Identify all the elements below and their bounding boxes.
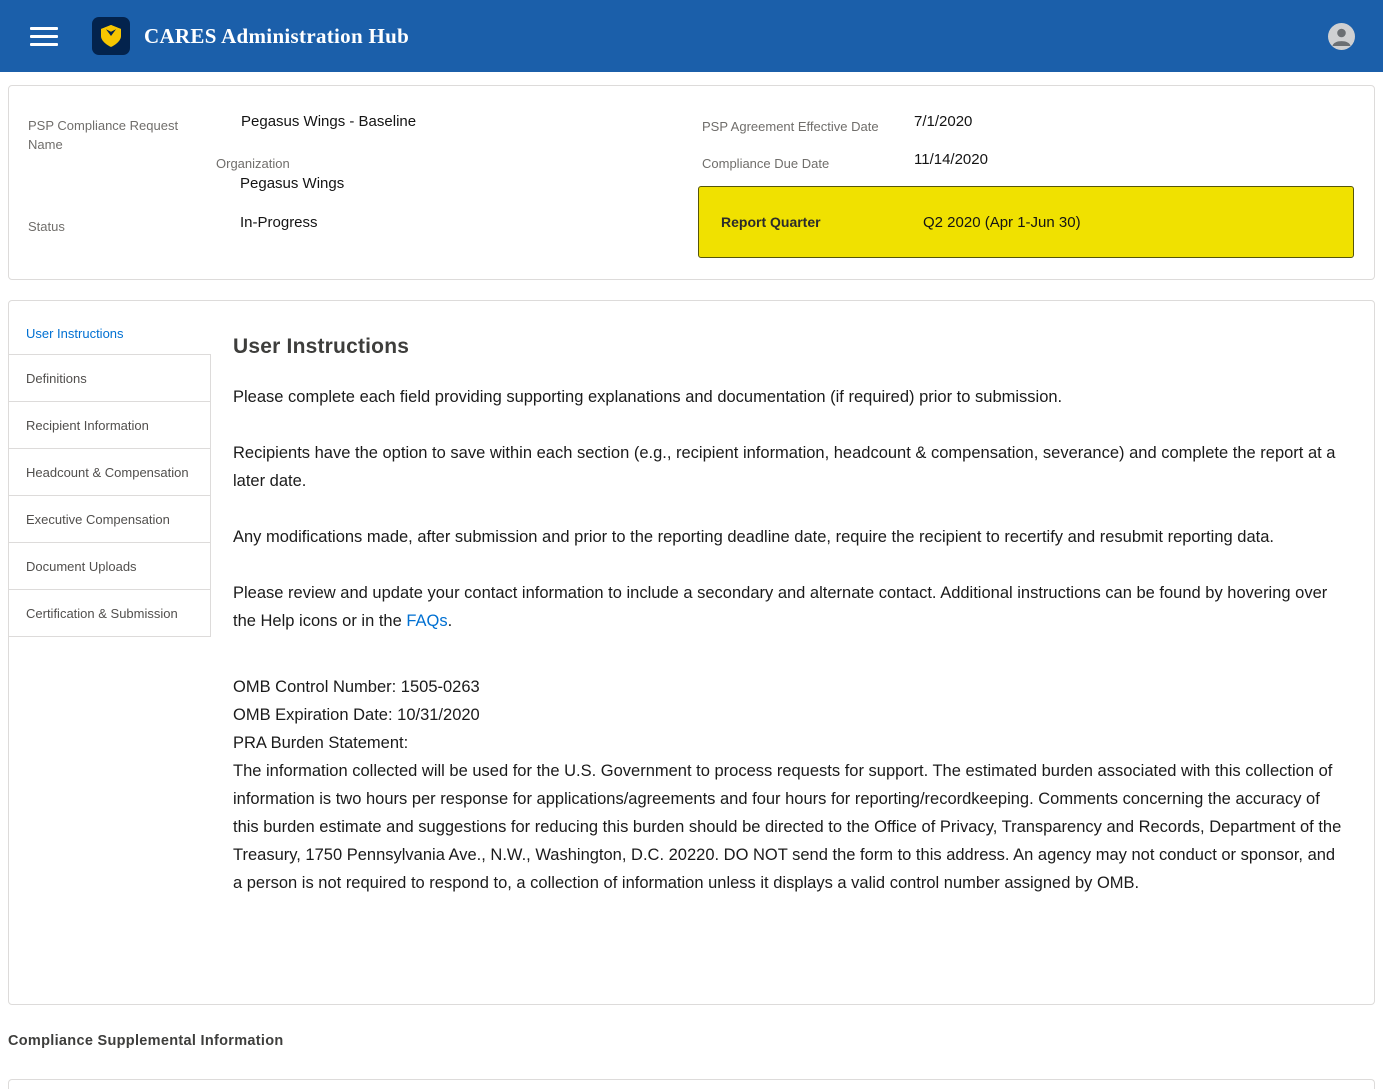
tab-user-instructions[interactable]: User Instructions bbox=[9, 311, 211, 355]
status-label: Status bbox=[28, 217, 65, 236]
omb-statement-block: OMB Control Number: 1505-0263 OMB Expira… bbox=[233, 673, 1348, 897]
tab-label: Definitions bbox=[26, 371, 87, 386]
request-name-label: PSP Compliance Request Name bbox=[28, 116, 183, 154]
effective-date-label: PSP Agreement Effective Date bbox=[702, 117, 879, 136]
shield-logo-icon bbox=[98, 23, 124, 49]
user-avatar[interactable] bbox=[1328, 23, 1355, 50]
organization-label: Organization bbox=[216, 154, 290, 173]
tab-definitions[interactable]: Definitions bbox=[9, 354, 211, 402]
app-header: CARES Administration Hub bbox=[0, 0, 1383, 72]
user-instructions-card: User Instructions Definitions Recipient … bbox=[8, 300, 1375, 1005]
page-title: CARES Administration Hub bbox=[144, 24, 409, 49]
section-tabs: User Instructions Definitions Recipient … bbox=[9, 301, 211, 1004]
report-quarter-value: Q2 2020 (Apr 1-Jun 30) bbox=[923, 214, 1081, 231]
instruction-paragraph-3: Any modifications made, after submission… bbox=[233, 523, 1348, 551]
tab-label: Recipient Information bbox=[26, 418, 149, 433]
due-date-label: Compliance Due Date bbox=[702, 154, 829, 173]
tab-executive-compensation[interactable]: Executive Compensation bbox=[9, 495, 211, 543]
omb-expiration-date: OMB Expiration Date: 10/31/2020 bbox=[233, 701, 1348, 729]
tab-label: Executive Compensation bbox=[26, 512, 170, 527]
content-title: User Instructions bbox=[233, 335, 1348, 359]
tab-label: Headcount & Compensation bbox=[26, 465, 189, 480]
instruction-paragraph-4: Please review and update your contact in… bbox=[233, 579, 1348, 635]
person-icon bbox=[1328, 23, 1355, 50]
supplemental-section-heading: Compliance Supplemental Information bbox=[8, 1033, 1375, 1049]
report-quarter-highlight: Report Quarter Q2 2020 (Apr 1-Jun 30) bbox=[698, 186, 1354, 258]
user-instructions-content: User Instructions Please complete each f… bbox=[211, 301, 1374, 1004]
instruction-paragraph-2: Recipients have the option to save withi… bbox=[233, 439, 1348, 495]
effective-date-value: 7/1/2020 bbox=[914, 113, 972, 130]
paragraph-4-period: . bbox=[448, 612, 453, 630]
tab-recipient-information[interactable]: Recipient Information bbox=[9, 401, 211, 449]
omb-control-number: OMB Control Number: 1505-0263 bbox=[233, 673, 1348, 701]
request-name-value: Pegasus Wings - Baseline bbox=[241, 113, 416, 130]
compliance-summary-card: PSP Compliance Request Name Pegasus Wing… bbox=[8, 85, 1375, 280]
app-logo bbox=[92, 17, 130, 55]
instruction-paragraph-1: Please complete each field providing sup… bbox=[233, 383, 1348, 411]
faqs-link[interactable]: FAQs bbox=[406, 612, 447, 630]
tab-label: Document Uploads bbox=[26, 559, 137, 574]
status-value: In-Progress bbox=[240, 214, 318, 231]
pra-burden-text: The information collected will be used f… bbox=[233, 757, 1348, 897]
pra-burden-label: PRA Burden Statement: bbox=[233, 729, 1348, 757]
tab-document-uploads[interactable]: Document Uploads bbox=[9, 542, 211, 590]
tab-headcount-compensation[interactable]: Headcount & Compensation bbox=[9, 448, 211, 496]
tab-label: Certification & Submission bbox=[26, 606, 178, 621]
paragraph-4-text: Please review and update your contact in… bbox=[233, 584, 1327, 630]
hamburger-menu-icon[interactable] bbox=[30, 27, 58, 46]
tab-label: User Instructions bbox=[26, 326, 124, 341]
report-quarter-label: Report Quarter bbox=[721, 214, 923, 230]
due-date-value: 11/14/2020 bbox=[914, 151, 988, 168]
page-body: PSP Compliance Request Name Pegasus Wing… bbox=[0, 72, 1383, 1089]
organization-value: Pegasus Wings bbox=[240, 175, 344, 192]
tab-certification-submission[interactable]: Certification & Submission bbox=[9, 589, 211, 637]
